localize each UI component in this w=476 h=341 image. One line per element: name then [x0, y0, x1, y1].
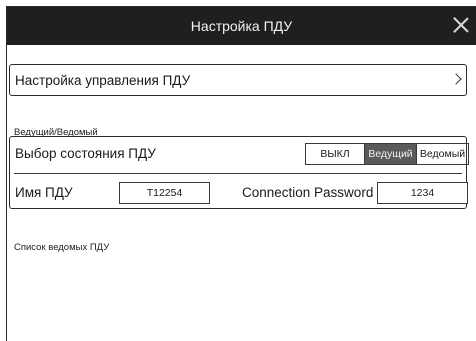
control-settings-label: Настройка управления ПДУ	[15, 73, 191, 88]
slave-list-label: Список ведомых ПДУ	[14, 242, 110, 253]
chevron-right-icon	[450, 73, 462, 85]
close-icon[interactable]	[452, 16, 470, 34]
state-option-off[interactable]: ВЫКЛ	[306, 144, 365, 164]
title-bar: Настройка ПДУ	[7, 7, 476, 45]
remote-name-field[interactable]: T12254	[119, 182, 210, 204]
divider	[14, 173, 462, 174]
master-slave-group: Выбор состояния ПДУ ВЫКЛ Ведущий Ведомый…	[9, 136, 469, 209]
remote-name-label: Имя ПДУ	[15, 185, 73, 200]
connection-password-label: Connection Password	[242, 185, 374, 200]
state-option-slave[interactable]: Ведомый	[416, 144, 468, 164]
connection-password-field[interactable]: 1234	[377, 182, 468, 204]
state-option-master[interactable]: Ведущий	[365, 144, 416, 164]
state-segmented-control: ВЫКЛ Ведущий Ведомый	[305, 143, 469, 165]
window-title: Настройка ПДУ	[190, 18, 293, 34]
state-select-label: Выбор состояния ПДУ	[15, 146, 156, 161]
control-settings-row[interactable]: Настройка управления ПДУ	[9, 64, 467, 96]
